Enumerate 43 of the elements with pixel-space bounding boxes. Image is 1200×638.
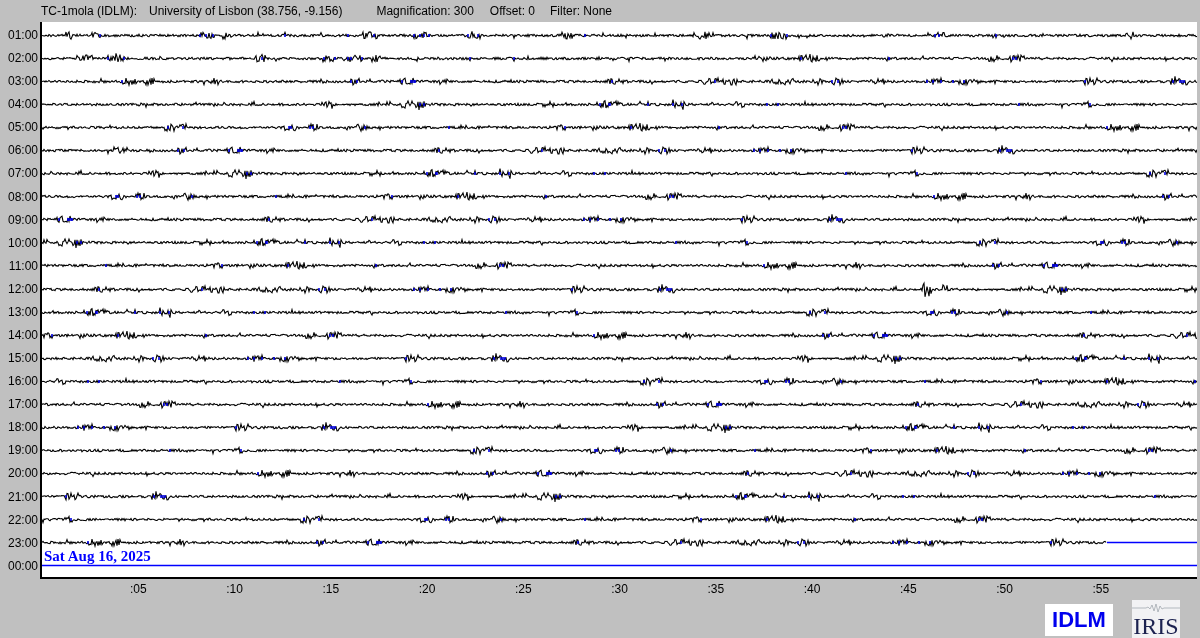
- hour-label: 01:00: [6, 27, 39, 44]
- axis-tick-label: :20: [418, 581, 436, 598]
- axis-tick-label: :40: [803, 581, 821, 598]
- hour-label: 22:00: [6, 511, 39, 529]
- axis-tick-label: :30: [611, 581, 628, 598]
- hour-label: 23:00: [6, 534, 39, 552]
- hour-label: 04:00: [6, 96, 39, 114]
- hour-label: 05:00: [6, 119, 39, 137]
- hour-label: 06:00: [6, 142, 39, 160]
- axis-tick-label: :55: [1092, 581, 1110, 598]
- magnification-label: Magnification: 300: [376, 4, 474, 18]
- axis-tick-label: :35: [707, 581, 725, 598]
- hour-label: 15:00: [6, 350, 39, 368]
- network-logo: IRIS: [1132, 599, 1180, 638]
- offset-label: Offset: 0: [489, 4, 535, 18]
- station-label: TC-1mola (IDLM):: [41, 4, 137, 18]
- axis-tick-label: :25: [514, 581, 532, 598]
- hour-label: 08:00: [6, 188, 39, 206]
- hour-label: 13:00: [6, 303, 39, 321]
- axis-tick-label: :50: [996, 581, 1013, 598]
- location-label: University of Lisbon (38.756, -9.156): [149, 4, 343, 18]
- hour-label: 12:00: [6, 280, 39, 298]
- hour-label: 14:00: [6, 327, 39, 344]
- hour-label: 20:00: [6, 465, 39, 483]
- axis-tick-label: :45: [899, 581, 917, 598]
- hour-label: 02:00: [6, 50, 39, 68]
- hour-label: 16:00: [6, 373, 39, 391]
- hour-label: 19:00: [6, 442, 39, 460]
- hour-label: 17:00: [6, 396, 39, 414]
- station-logo: IDLM: [1045, 603, 1113, 636]
- filter-label: Filter: None: [550, 4, 613, 18]
- hour-label: 00:00: [6, 557, 39, 575]
- hour-label: 09:00: [6, 211, 39, 229]
- axis-tick-label: :10: [226, 581, 243, 598]
- hour-label: 03:00: [6, 73, 39, 91]
- hour-label: 11:00: [7, 257, 39, 275]
- hour-label: 10:00: [6, 234, 39, 252]
- axis-tick-label: :15: [322, 581, 340, 598]
- date-label: Sat Aug 16, 2025: [44, 549, 151, 565]
- hour-label: 18:00: [6, 419, 39, 437]
- hour-label: 07:00: [6, 165, 39, 183]
- hour-label: 21:00: [6, 488, 39, 506]
- axis-tick-label: :05: [129, 581, 147, 598]
